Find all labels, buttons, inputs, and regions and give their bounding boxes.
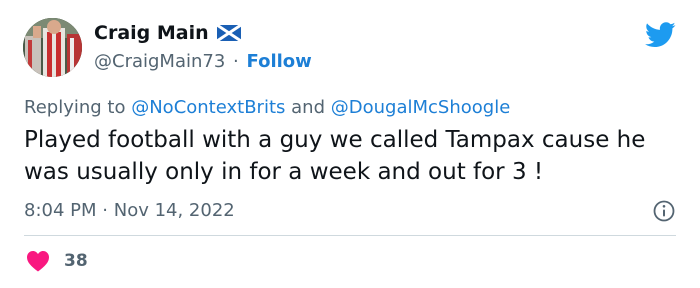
mention-nocontextbrits[interactable]: @NoContextBrits <box>131 97 285 118</box>
tweet-time: 8:04 PM <box>24 200 97 221</box>
follow-button[interactable]: Follow <box>247 51 312 72</box>
likes-row[interactable]: 38 <box>26 250 88 272</box>
name-row: Craig Main <box>94 21 241 45</box>
like-count: 38 <box>64 251 88 271</box>
reply-conjunction: and <box>291 97 326 118</box>
handle-separator: · <box>233 51 239 72</box>
tweet-date: Nov 14, 2022 <box>113 200 235 221</box>
reply-prefix: Replying to <box>24 97 126 118</box>
info-icon[interactable] <box>652 199 676 223</box>
twitter-bird-icon[interactable] <box>645 22 676 48</box>
profile-photo-icon <box>23 18 82 77</box>
divider <box>24 235 676 236</box>
replying-to: Replying to @NoContextBrits and @DougalM… <box>24 96 510 120</box>
handle-row: @CraigMain73 · Follow <box>94 50 312 74</box>
heart-icon[interactable] <box>26 250 50 272</box>
tweet-card: Craig Main @CraigMain73 · Follow Replyin… <box>0 0 700 288</box>
avatar[interactable] <box>23 18 82 77</box>
mention-dougalmcshoogle[interactable]: @DougalMcShoogle <box>331 97 511 118</box>
display-name[interactable]: Craig Main <box>94 21 209 45</box>
meta-separator: · <box>102 200 108 221</box>
user-handle[interactable]: @CraigMain73 <box>94 51 225 72</box>
tweet-text: Played football with a guy we called Tam… <box>24 127 646 185</box>
tweet-timestamp[interactable]: 8:04 PM · Nov 14, 2022 <box>24 199 235 223</box>
scotland-flag-icon <box>216 25 241 41</box>
